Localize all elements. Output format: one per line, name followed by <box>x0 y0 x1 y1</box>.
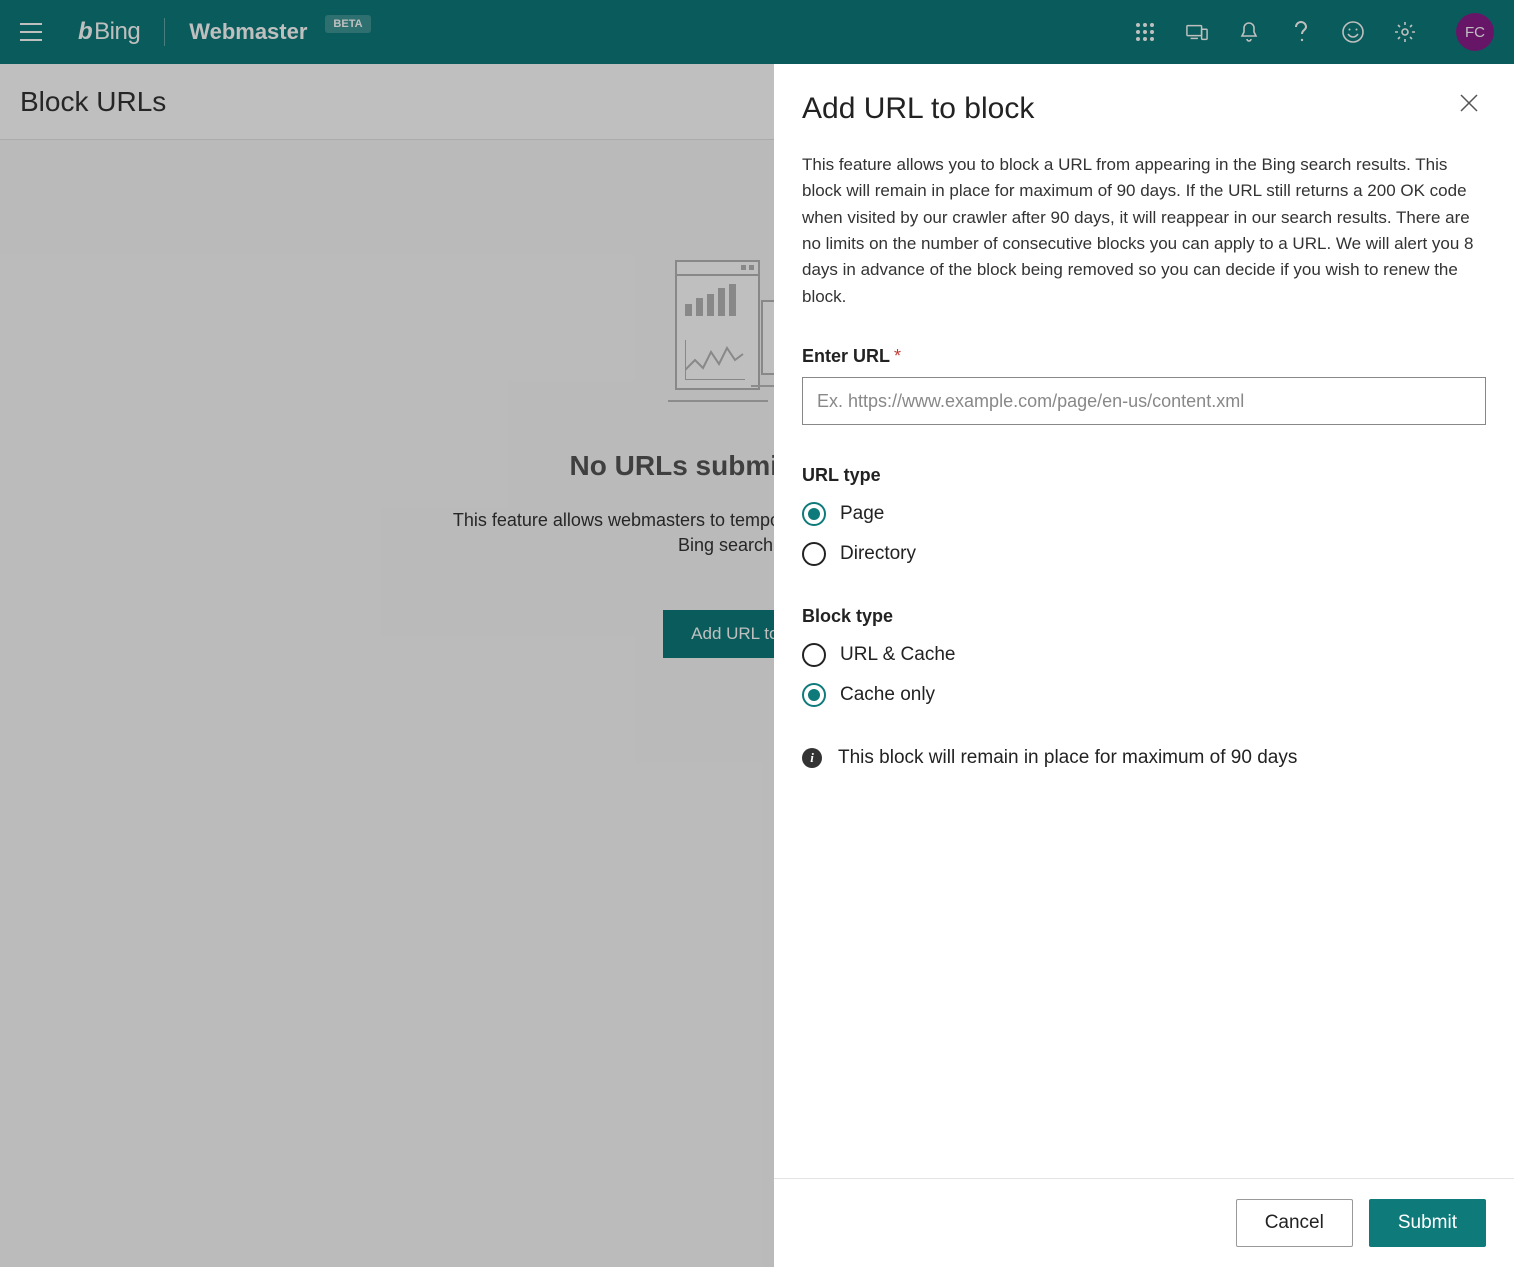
info-text: This block will remain in place for maxi… <box>838 747 1297 769</box>
radio-url-type-page[interactable]: Page <box>802 502 1486 526</box>
panel-footer: Cancel Submit <box>774 1178 1514 1267</box>
panel-description: This feature allows you to block a URL f… <box>802 152 1486 310</box>
radio-block-type-url-cache[interactable]: URL & Cache <box>802 643 1486 667</box>
radio-block-type-cache-only[interactable]: Cache only <box>802 683 1486 707</box>
url-input[interactable] <box>802 377 1486 425</box>
add-url-panel: Add URL to block This feature allows you… <box>774 64 1514 1267</box>
block-type-section: Block type URL & Cache Cache only <box>802 606 1486 707</box>
radio-icon <box>802 542 826 566</box>
radio-label: Directory <box>840 543 916 565</box>
close-icon[interactable] <box>1458 92 1486 120</box>
url-type-label: URL type <box>802 465 1486 486</box>
panel-body: This feature allows you to block a URL f… <box>774 126 1514 1178</box>
required-marker: * <box>894 346 901 366</box>
radio-label: Page <box>840 503 884 525</box>
panel-title: Add URL to block <box>802 92 1034 126</box>
cancel-button[interactable]: Cancel <box>1236 1199 1353 1247</box>
url-field-label: Enter URL* <box>802 346 1486 367</box>
radio-icon <box>802 643 826 667</box>
block-type-label: Block type <box>802 606 1486 627</box>
info-icon: i <box>802 748 822 768</box>
panel-header: Add URL to block <box>774 64 1514 126</box>
radio-icon <box>802 502 826 526</box>
radio-icon <box>802 683 826 707</box>
url-type-section: URL type Page Directory <box>802 465 1486 566</box>
submit-button[interactable]: Submit <box>1369 1199 1486 1247</box>
radio-label: Cache only <box>840 684 935 706</box>
radio-label: URL & Cache <box>840 644 955 666</box>
info-note: i This block will remain in place for ma… <box>802 747 1486 769</box>
radio-url-type-directory[interactable]: Directory <box>802 542 1486 566</box>
